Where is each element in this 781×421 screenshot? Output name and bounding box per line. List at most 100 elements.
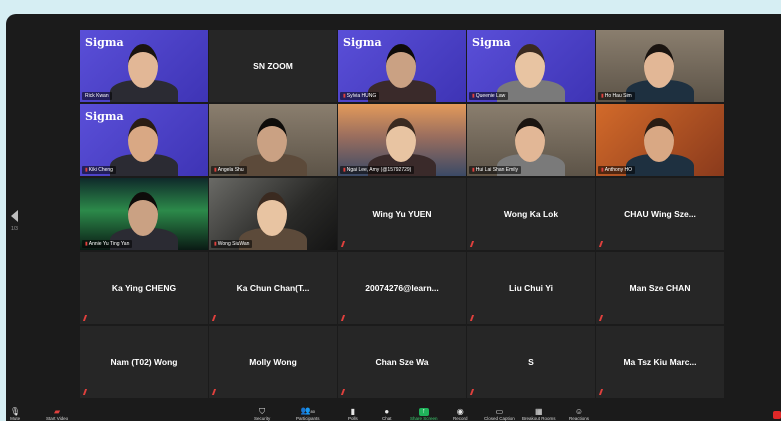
participant-tile[interactable]: ▮Ngai Lee, Amy (@15792729) [338, 104, 466, 176]
muted-mic-icon [82, 315, 92, 321]
participant-tile[interactable]: CHAU Wing Sze... [596, 178, 724, 250]
participant-name-label: ▮Angela Shu [211, 166, 247, 174]
breakout-rooms-label: Breakout Rooms [522, 416, 556, 421]
participant-tile[interactable]: ▮Ho Hau Sim [596, 30, 724, 102]
gallery-grid: Sigma Rick Kwan SN ZOOM Sigma ▮Sylvia HUNG Si… [80, 30, 724, 398]
participant-tile[interactable]: Ka Ying CHENG [80, 252, 208, 324]
muted-mic-icon: ▮ [343, 167, 346, 173]
muted-mic-icon [469, 315, 479, 321]
participant-name: Hui Lai Shan Emily [475, 167, 519, 173]
start-video-button[interactable]: ▰ Start Video [46, 408, 68, 421]
participant-name: Liu Chui Yi [509, 283, 553, 293]
participant-tile[interactable]: Chan Sze Wa [338, 326, 466, 398]
muted-mic-icon [211, 315, 221, 321]
participant-tile[interactable]: ▮Anthony HO [596, 104, 724, 176]
participant-name: Kiki Cheng [88, 167, 113, 173]
participant-name-label: ▮Queenie Law [469, 92, 509, 100]
participant-name: Sylvia HUNG [346, 93, 377, 99]
muted-mic-icon [598, 241, 608, 247]
participants-button[interactable]: 👥80 Participants [296, 407, 320, 421]
participant-name: Man Sze CHAN [629, 283, 691, 293]
muted-mic-icon: ▮ [214, 167, 217, 173]
participant-tile[interactable]: Nam (T02) Wong [80, 326, 208, 398]
participant-name-label: ▮Anthony HO [598, 166, 636, 174]
participant-tile[interactable]: ▮Annie Yu Ting Yan [80, 178, 208, 250]
muted-mic-icon [598, 315, 608, 321]
participant-tile[interactable]: 20074276@learn... [338, 252, 466, 324]
muted-mic-icon: ▮ [472, 167, 475, 173]
start-video-label: Start Video [46, 416, 69, 421]
bar-chart-icon: ▮ [350, 407, 356, 416]
participant-tile[interactable]: Ma Tsz Kiu Marc... [596, 326, 724, 398]
participant-name: Ka Chun Chan(T... [236, 283, 310, 293]
participant-tile[interactable]: ▮Wong SiuWan [209, 178, 337, 250]
participant-tile[interactable]: Molly Wong [209, 326, 337, 398]
muted-mic-icon [340, 389, 350, 395]
participant-name-label: ▮Ho Hau Sim [598, 92, 635, 100]
participant-tile[interactable]: ▮Angela Shu [209, 104, 337, 176]
participant-name: Molly Wong [249, 357, 297, 367]
muted-mic-icon: ▮ [214, 241, 217, 247]
participant-tile[interactable]: Sigma Rick Kwan [80, 30, 208, 102]
share-arrow-icon: ↑ [419, 408, 429, 416]
participant-tile[interactable]: Sigma ▮Kiki Cheng [80, 104, 208, 176]
chat-button[interactable]: ● Chat [382, 408, 392, 421]
participant-name: Angela Shu [217, 167, 244, 173]
cc-icon: ▭ [495, 407, 504, 416]
participant-tile[interactable]: ▮Hui Lai Shan Emily [467, 104, 595, 176]
polls-label: Polls [348, 416, 358, 421]
shield-icon: ⛉ [259, 407, 266, 416]
participant-name-label: Rick Kwan [82, 92, 112, 100]
participant-name: SN ZOOM [253, 61, 293, 71]
participant-tile[interactable]: SN ZOOM [209, 30, 337, 102]
participant-tile[interactable]: Man Sze CHAN [596, 252, 724, 324]
record-label: Record [453, 416, 468, 421]
participant-tile[interactable]: Wong Ka Lok [467, 178, 595, 250]
muted-mic-icon: ▮ [343, 93, 346, 99]
mute-label: Mute [10, 416, 21, 421]
security-label: Security [254, 416, 271, 421]
participant-name-label: ▮Wong SiuWan [211, 240, 253, 248]
page-indicator: 1/3 [11, 226, 18, 232]
reactions-label: Reactions [569, 416, 590, 421]
security-button[interactable]: ⛉ Security [254, 408, 270, 421]
muted-mic-icon [211, 389, 221, 395]
muted-mic-icon [598, 389, 608, 395]
participant-tile[interactable]: Ka Chun Chan(T... [209, 252, 337, 324]
participant-name: Queenie Law [475, 93, 506, 99]
participant-tile[interactable]: Sigma ▮Queenie Law [467, 30, 595, 102]
polls-button[interactable]: ▮ Polls [348, 408, 358, 421]
leave-button[interactable] [773, 411, 781, 419]
reactions-button[interactable]: ☺ Reactions [569, 408, 589, 421]
mute-button[interactable]: 🎙 Mute [10, 408, 20, 421]
muted-mic-icon [469, 241, 479, 247]
participant-name: Ma Tsz Kiu Marc... [623, 357, 697, 367]
breakout-rooms-button[interactable]: ▦ Breakout Rooms [522, 408, 556, 421]
participant-name: Chan Sze Wa [375, 357, 429, 367]
closed-caption-button[interactable]: ▭ Closed Caption [484, 408, 515, 421]
participant-tile[interactable]: Wing Yu YUEN [338, 178, 466, 250]
participant-name-label: ▮Ngai Lee, Amy (@15792729) [340, 166, 415, 174]
share-screen-button[interactable]: ↑ Share Screen [410, 408, 438, 421]
participant-name-label: ▮Kiki Cheng [82, 166, 116, 174]
share-screen-label: Share Screen [410, 416, 438, 421]
participant-tile[interactable]: Sigma ▮Sylvia HUNG [338, 30, 466, 102]
microphone-icon: 🎙 [10, 407, 21, 416]
participant-name: Nam (T02) Wong [110, 357, 178, 367]
meeting-toolbar: 🎙 Mute ▰ Start Video ⛉ Security 👥80 Part… [6, 407, 781, 421]
participant-tile[interactable]: S [467, 326, 595, 398]
smiley-icon: ☺ [574, 407, 584, 416]
muted-mic-icon [340, 241, 350, 247]
chat-label: Chat [382, 416, 392, 421]
record-button[interactable]: ◉ Record [453, 408, 468, 421]
participant-tile[interactable]: Liu Chui Yi [467, 252, 595, 324]
participants-count: 80 [310, 409, 315, 414]
muted-mic-icon [82, 389, 92, 395]
participant-name: Ho Hau Sim [604, 93, 632, 99]
muted-mic-icon: ▮ [85, 167, 88, 173]
muted-mic-icon: ▮ [85, 241, 88, 247]
participant-name: Annie Yu Ting Yan [88, 241, 130, 247]
participant-name: CHAU Wing Sze... [624, 209, 696, 219]
previous-page-arrow-icon[interactable] [11, 210, 18, 222]
muted-mic-icon: ▮ [472, 93, 475, 99]
